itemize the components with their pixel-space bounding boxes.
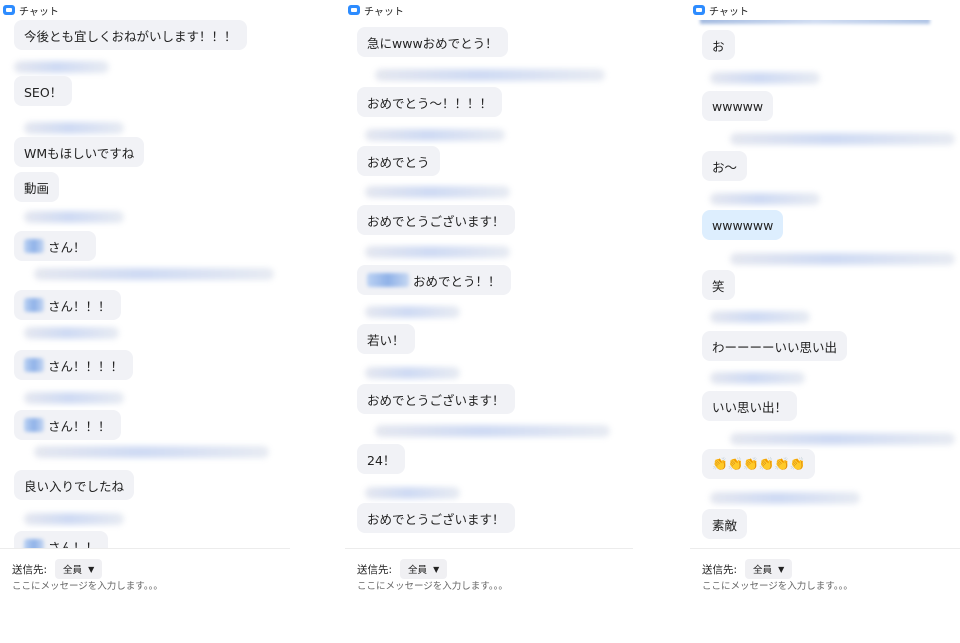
sender-name <box>710 72 820 84</box>
recipient-select[interactable]: 全員 ▼ <box>745 559 793 579</box>
sender-name <box>365 367 460 379</box>
message-bubble: お～ <box>702 151 748 181</box>
recipient-label: 送信先: <box>357 563 393 576</box>
sender-name <box>730 433 955 445</box>
message-bubble: おめでとうございます！ <box>357 503 515 533</box>
sender-name <box>34 446 269 458</box>
chat-title: チャット <box>709 6 749 18</box>
sender-name <box>24 122 124 134</box>
chat-title: チャット <box>364 6 404 18</box>
sender-name <box>710 311 810 323</box>
sender-name <box>375 69 605 81</box>
message-bubble: おめでとう！！ <box>357 265 511 295</box>
chat-title: チャット <box>19 6 59 18</box>
sender-name <box>375 425 610 437</box>
message-bubble: おめでとう <box>357 146 440 176</box>
chat-footer: 送信先: 全員 ▼ <box>0 548 290 643</box>
message-bubble: さん！！！ <box>14 410 121 440</box>
chat-panel-middle: チャット 急にwwwおめでとう！ おめでとう～！！！！ おめでとう おめでとうご… <box>345 0 633 643</box>
chat-header: チャット <box>690 0 960 20</box>
sender-name <box>365 306 460 318</box>
chat-header: チャット <box>0 0 290 20</box>
sender-name <box>365 186 510 198</box>
sender-name <box>365 129 505 141</box>
message-list[interactable]: お wwwww お～ wwwwww 笑 わーーーーいい思い出 いい思い出！ � <box>690 0 960 548</box>
recipient-select[interactable]: 全員 ▼ <box>55 559 103 579</box>
chat-panel-right: チャット お wwwww お～ wwwwww 笑 わーーーーいい思い出 いい思い… <box>690 0 960 643</box>
message-input[interactable] <box>12 581 252 592</box>
message-bubble: いい思い出！ <box>702 391 798 421</box>
message-bubble: さん！！！！ <box>14 350 134 380</box>
message-list[interactable]: 急にwwwおめでとう！ おめでとう～！！！！ おめでとう おめでとうございます！… <box>345 0 633 548</box>
message-bubble: SEO！ <box>14 76 73 106</box>
chevron-down-icon: ▼ <box>88 564 95 574</box>
mention-name <box>24 239 44 253</box>
sender-name <box>730 253 955 265</box>
recipient-select[interactable]: 全員 ▼ <box>400 559 448 579</box>
chevron-down-icon: ▼ <box>433 564 440 574</box>
sender-name <box>710 193 820 205</box>
message-bubble: wwwww <box>702 91 774 121</box>
message-bubble: お <box>702 30 735 60</box>
message-bubble: WMもほしいですね <box>14 137 145 167</box>
chat-panel-left: チャット 今後とも宜しくおねがいします！！！ SEO！ WMもほしいですね 動画… <box>0 0 290 643</box>
message-input[interactable] <box>702 581 942 592</box>
mention-name <box>367 273 409 287</box>
message-bubble: 動画 <box>14 172 60 202</box>
recipient-label: 送信先: <box>702 563 738 576</box>
sender-name <box>24 327 119 339</box>
message-bubble: さん！！ <box>14 531 109 548</box>
message-bubble: 👏👏👏👏👏👏 <box>702 449 816 479</box>
sender-name <box>710 372 805 384</box>
message-bubble: 良い入りでしたね <box>14 470 135 500</box>
recipient-label: 送信先: <box>12 563 48 576</box>
message-bubble: 若い！ <box>357 324 415 354</box>
chat-bubble-icon <box>693 5 705 15</box>
message-bubble: わーーーーいい思い出 <box>702 331 848 361</box>
sender-name <box>24 211 124 223</box>
sender-name <box>710 492 860 504</box>
recipient-row: 送信先: 全員 ▼ <box>357 559 448 579</box>
chat-bubble-icon <box>348 5 360 15</box>
mention-name <box>24 298 44 312</box>
mention-name <box>24 358 44 372</box>
message-bubble: さん！！！ <box>14 290 121 320</box>
recipient-value: 全員 <box>753 565 773 576</box>
sender-name <box>365 246 510 258</box>
message-list[interactable]: 今後とも宜しくおねがいします！！！ SEO！ WMもほしいですね 動画 さん！ … <box>0 0 290 548</box>
sender-name <box>34 268 274 280</box>
chevron-down-icon: ▼ <box>778 564 785 574</box>
sender-name <box>365 487 460 499</box>
sender-name <box>14 61 109 73</box>
message-input[interactable] <box>357 581 597 592</box>
message-bubble: 24！ <box>357 444 406 474</box>
clap-emoji-icon: 👏👏👏👏👏👏 <box>712 456 806 471</box>
mention-name <box>24 418 44 432</box>
message-bubble: おめでとうございます！ <box>357 205 515 235</box>
message-bubble: さん！ <box>14 231 96 261</box>
sender-name <box>24 513 124 525</box>
message-bubble: 素敵 <box>702 509 748 539</box>
sender-name <box>24 392 124 404</box>
message-bubble: おめでとう～！！！！ <box>357 87 503 117</box>
chat-footer: 送信先: 全員 ▼ <box>690 548 960 643</box>
message-bubble: おめでとうございます！ <box>357 384 515 414</box>
mention-name <box>24 539 44 548</box>
message-bubble: 今後とも宜しくおねがいします！！！ <box>14 20 247 50</box>
recipient-value: 全員 <box>63 565 83 576</box>
recipient-row: 送信先: 全員 ▼ <box>702 559 793 579</box>
recipient-value: 全員 <box>408 565 428 576</box>
recipient-row: 送信先: 全員 ▼ <box>12 559 103 579</box>
sender-name <box>730 133 955 145</box>
message-bubble: 笑 <box>702 270 735 300</box>
chat-header: チャット <box>345 0 633 20</box>
chat-bubble-icon <box>3 5 15 15</box>
message-bubble-self: wwwwww <box>702 210 784 240</box>
message-bubble: 急にwwwおめでとう！ <box>357 27 508 57</box>
chat-footer: 送信先: 全員 ▼ <box>345 548 633 643</box>
